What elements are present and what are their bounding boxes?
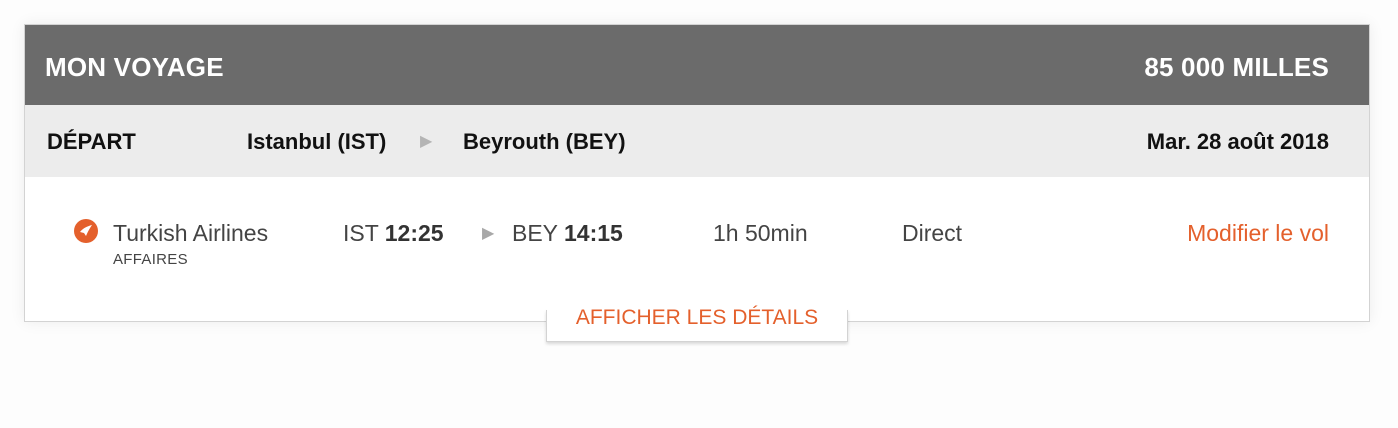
- trip-title: MON VOYAGE: [45, 52, 224, 82]
- departure-label: DÉPART: [47, 129, 136, 154]
- arrival-time: BEY 14:15: [512, 220, 623, 247]
- route-bar: DÉPART Istanbul (IST) ▶ Beyrouth (BEY) M…: [25, 105, 1369, 177]
- departure-clock: 12:25: [384, 220, 444, 246]
- departure-code: IST: [343, 220, 379, 246]
- arrival-clock: 14:15: [564, 220, 623, 246]
- flight-duration: 1h 50min: [713, 220, 808, 246]
- show-details-label: AFFICHER LES DÉTAILS: [575, 306, 819, 329]
- departure-date: Mar. 28 août 2018: [1146, 129, 1329, 154]
- show-details-button[interactable]: AFFICHER LES DÉTAILS: [546, 296, 848, 342]
- origin-city: Istanbul (IST): [247, 129, 387, 154]
- miles-total: 85 000 MILLES: [1144, 52, 1329, 82]
- arrival-code: BEY: [512, 220, 558, 246]
- chevron-right-icon: ▶: [482, 225, 495, 242]
- destination-city: Beyrouth (BEY): [463, 129, 626, 154]
- departure-time: IST 12:25: [343, 220, 444, 247]
- trip-header: MON VOYAGE 85 000 MILLES: [25, 25, 1369, 105]
- turkish-airlines-logo-icon: [74, 219, 98, 243]
- trip-summary-card: MON VOYAGE 85 000 MILLES DÉPART Istanbul…: [24, 24, 1370, 322]
- chevron-right-icon: ▶: [420, 133, 433, 150]
- modify-flight-link[interactable]: Modifier le vol: [1187, 220, 1329, 247]
- cabin-class: AFFAIRES: [113, 251, 188, 268]
- airline-name: Turkish Airlines: [113, 220, 269, 246]
- flight-stops: Direct: [902, 220, 963, 246]
